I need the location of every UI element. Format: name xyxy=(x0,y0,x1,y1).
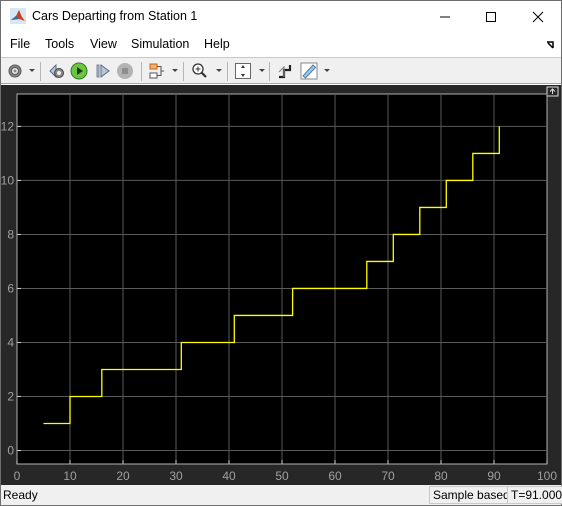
measurements-button[interactable] xyxy=(299,61,319,81)
menu-file[interactable]: File xyxy=(10,37,30,51)
toolbar-separator xyxy=(141,62,142,81)
signal-selector-button[interactable] xyxy=(147,61,167,81)
y-tick-label: 0 xyxy=(7,443,14,457)
y-tick-label: 6 xyxy=(7,281,14,295)
step-back-button[interactable] xyxy=(47,61,67,81)
toolbar-separator xyxy=(269,62,270,81)
x-tick-label: 20 xyxy=(116,469,130,483)
run-icon xyxy=(70,62,88,80)
simulation-time: T=91.000 xyxy=(507,486,562,504)
y-tick-label: 2 xyxy=(7,389,14,403)
y-tick-label: 8 xyxy=(7,227,14,241)
trigger-icon xyxy=(278,65,292,79)
toolbar-separator xyxy=(227,62,228,81)
status-bar: Ready Sample based T=91.000 xyxy=(1,485,562,505)
ruler-icon xyxy=(300,62,318,80)
minimize-button[interactable] xyxy=(422,1,468,32)
close-icon xyxy=(532,11,544,22)
close-button[interactable] xyxy=(515,1,561,32)
step-forward-button[interactable] xyxy=(93,61,113,81)
window-title: Cars Departing from Station 1 xyxy=(32,9,198,23)
status-text: Ready xyxy=(3,488,38,502)
undock-arrow-glyph xyxy=(549,88,556,94)
x-tick-label: 50 xyxy=(275,469,289,483)
scale-y-icon xyxy=(235,63,251,79)
zoom-in-icon xyxy=(192,63,207,78)
x-tick-label: 80 xyxy=(434,469,448,483)
y-tick-label: 4 xyxy=(7,335,14,349)
title-bar: Cars Departing from Station 1 xyxy=(1,1,561,32)
scope-window: Cars Departing from Station 1 File Tools… xyxy=(0,0,562,506)
triggers-button[interactable] xyxy=(275,61,295,81)
menu-bar: File Tools View Simulation Help xyxy=(1,34,561,56)
menu-tools[interactable]: Tools xyxy=(45,37,74,51)
matlab-icon xyxy=(10,8,26,24)
x-tick-label: 60 xyxy=(328,469,342,483)
gear-icon xyxy=(8,64,22,78)
menu-help[interactable]: Help xyxy=(204,37,230,51)
measurements-dropdown[interactable] xyxy=(324,69,330,72)
sample-mode: Sample based xyxy=(429,486,514,504)
undock-arrow-icon[interactable] xyxy=(546,40,556,50)
x-tick-label: 100 xyxy=(537,469,557,483)
stop-icon xyxy=(117,63,133,79)
scale-axes-dropdown[interactable] xyxy=(259,69,265,72)
menu-view[interactable]: View xyxy=(90,37,117,51)
scope-plot[interactable]: 0 10 20 30 40 50 60 70 80 90 100 0 2 4 6 8 10 12 xyxy=(1,85,561,485)
stop-button[interactable] xyxy=(115,61,135,81)
toolbar-separator xyxy=(40,62,41,81)
toolbar-separator xyxy=(183,62,184,81)
x-tick-label: 40 xyxy=(222,469,236,483)
maximize-button[interactable] xyxy=(468,1,514,32)
x-tick-label: 10 xyxy=(63,469,77,483)
menu-simulation[interactable]: Simulation xyxy=(131,37,189,51)
x-tick-label: 90 xyxy=(487,469,501,483)
y-tick-label: 10 xyxy=(1,173,14,187)
y-tick-label: 12 xyxy=(1,119,14,133)
run-button[interactable] xyxy=(69,61,89,81)
settings-dropdown[interactable] xyxy=(29,69,35,72)
step-forward-icon xyxy=(96,64,110,78)
x-tick-label: 70 xyxy=(381,469,395,483)
zoom-dropdown[interactable] xyxy=(216,69,222,72)
minimize-icon xyxy=(440,16,450,17)
scale-axes-button[interactable] xyxy=(233,61,253,81)
x-tick-label: 0 xyxy=(14,469,21,483)
signal-icon xyxy=(149,63,164,79)
zoom-in-button[interactable] xyxy=(190,61,210,81)
signal-selector-dropdown[interactable] xyxy=(172,69,178,72)
settings-button[interactable] xyxy=(5,61,25,81)
step-back-icon xyxy=(49,63,64,79)
x-tick-label: 30 xyxy=(169,469,183,483)
scope-display: 0 10 20 30 40 50 60 70 80 90 100 0 2 4 6 8 10 12 xyxy=(1,85,561,485)
maximize-icon xyxy=(486,11,496,22)
toolbar xyxy=(1,57,561,84)
